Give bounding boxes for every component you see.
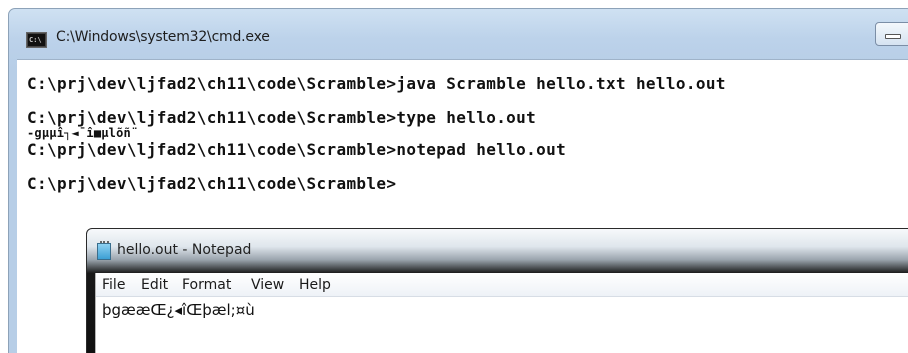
- notepad-menubar: File Edit Format View Help: [96, 273, 908, 297]
- notepad-window: hello.out - Notepad File Edit Format Vie…: [86, 228, 908, 353]
- cmd-app-icon[interactable]: C:\: [26, 32, 47, 48]
- cmd-titlebar[interactable]: C:\ C:\Windows\system32\cmd.exe: [9, 9, 908, 59]
- menu-view[interactable]: View: [251, 277, 284, 293]
- minimize-button[interactable]: [875, 22, 908, 46]
- console-line: C:\prj\dev\ljfad2\ch11\code\Scramble>typ…: [27, 108, 537, 127]
- menu-format[interactable]: Format: [182, 277, 231, 293]
- cmd-window-title: C:\Windows\system32\cmd.exe: [56, 29, 270, 45]
- notepad-icon[interactable]: [97, 241, 111, 260]
- console-line-garbled: -gµµî┐◄¯î■µlõñ¨: [27, 126, 139, 140]
- notepad-client-area: File Edit Format View Help þgææŒ¿◂îŒþæl;…: [95, 273, 908, 353]
- notepad-text-area[interactable]: þgææŒ¿◂îŒþæl;¤ù: [102, 301, 255, 319]
- console-line: C:\prj\dev\ljfad2\ch11\code\Scramble>jav…: [27, 74, 726, 93]
- notepad-window-title: hello.out - Notepad: [117, 242, 252, 258]
- menu-edit[interactable]: Edit: [141, 277, 168, 293]
- menu-file[interactable]: File: [102, 277, 125, 293]
- menu-help[interactable]: Help: [299, 277, 331, 293]
- console-line: C:\prj\dev\ljfad2\ch11\code\Scramble>not…: [27, 140, 567, 159]
- console-line: C:\prj\dev\ljfad2\ch11\code\Scramble>: [27, 174, 397, 193]
- notepad-titlebar[interactable]: hello.out - Notepad: [87, 229, 908, 273]
